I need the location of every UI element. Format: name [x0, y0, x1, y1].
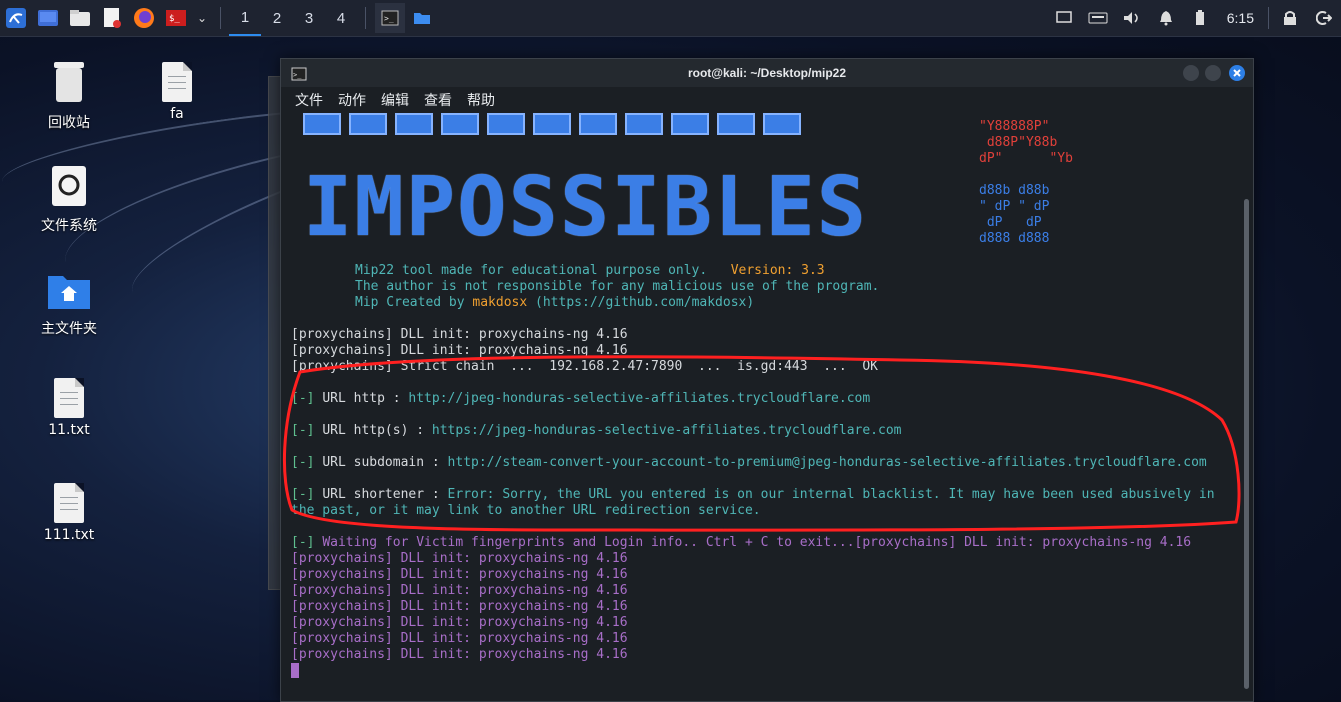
red-annotation-outline — [282, 355, 1241, 532]
annotation-loop — [282, 355, 1241, 532]
